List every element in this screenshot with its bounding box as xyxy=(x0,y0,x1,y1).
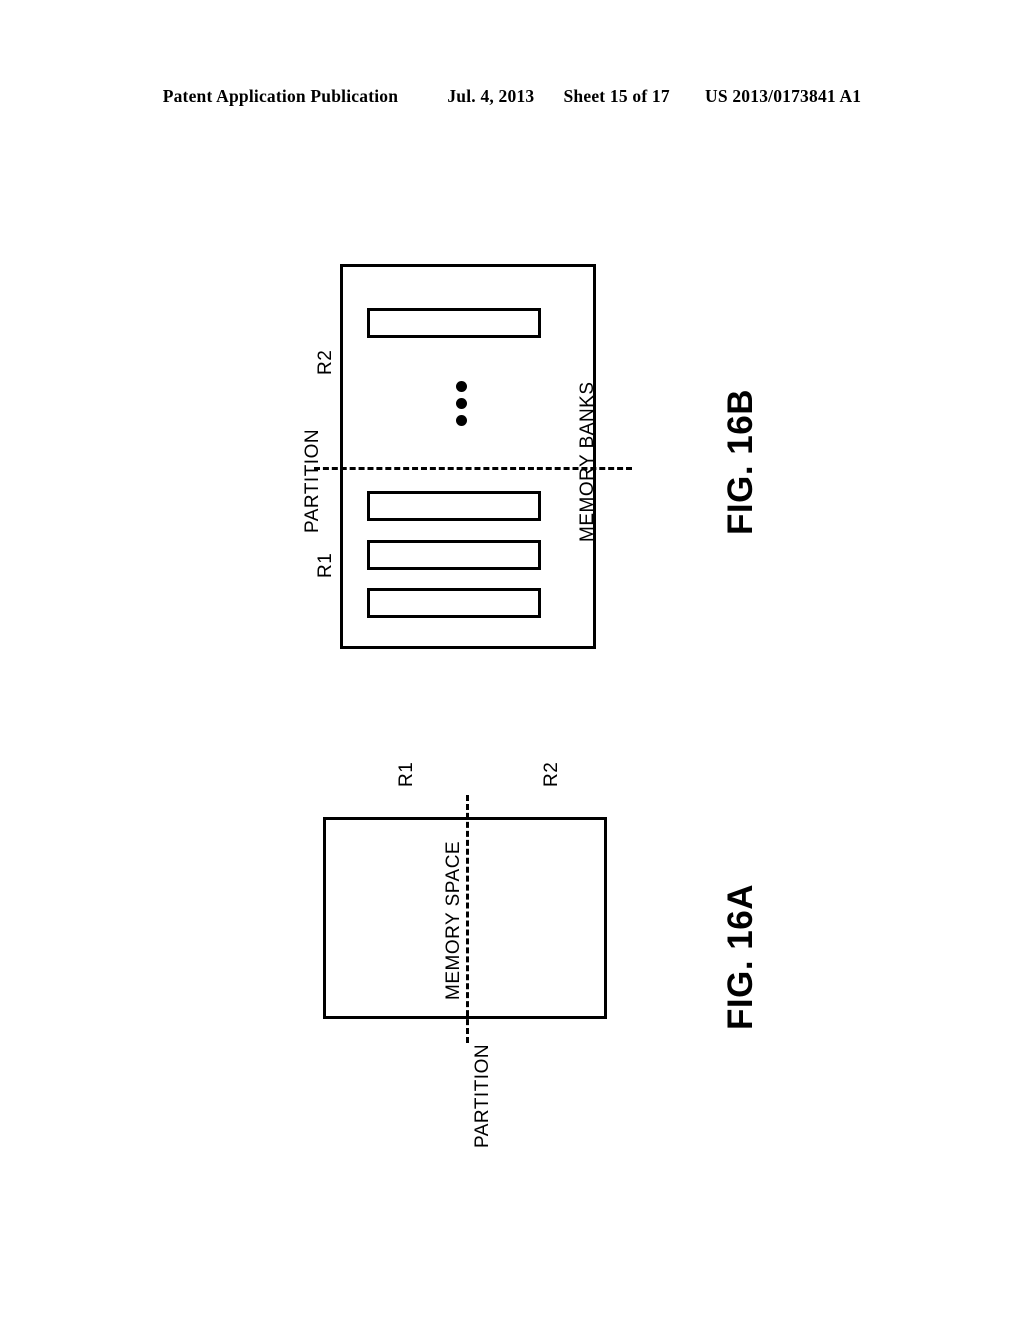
figure-caption-16a: FIG. 16A xyxy=(721,884,760,1030)
memory-bank-rect xyxy=(367,540,541,570)
header-date-text: Jul. 4, 2013 xyxy=(447,86,535,106)
region-label-r2: R2 xyxy=(541,761,562,787)
ellipsis-dot xyxy=(456,398,467,409)
region-label-r1: R1 xyxy=(315,552,336,578)
partition-label: PARTITION xyxy=(302,428,323,533)
header-publication-number: US 2013/0173841 A1 xyxy=(705,86,862,106)
memory-space-container xyxy=(323,817,607,1019)
page-header: Patent Application Publication Jul. 4, 2… xyxy=(0,86,1024,107)
memory-bank-rect xyxy=(367,308,541,338)
memory-bank-rect xyxy=(367,491,541,521)
figure-caption-16b: FIG. 16B xyxy=(721,389,760,535)
region-label-r2: R2 xyxy=(315,349,336,375)
header-publication-text: Patent Application Publication xyxy=(162,86,399,106)
memory-space-label: MEMORY SPACE xyxy=(443,840,464,1000)
partition-label: PARTITION xyxy=(472,1043,493,1148)
header-sheet-text: Sheet 15 of 17 xyxy=(563,86,670,106)
ellipsis-dot xyxy=(456,415,467,426)
partition-dashed-line xyxy=(466,795,469,1043)
memory-banks-label: MEMORY BANKS xyxy=(577,381,598,542)
ellipsis-dot xyxy=(456,381,467,392)
memory-bank-rect xyxy=(367,588,541,618)
region-label-r1: R1 xyxy=(396,761,417,787)
patent-drawing-page: Patent Application Publication Jul. 4, 2… xyxy=(0,0,1024,1320)
vertical-ellipsis-icon xyxy=(456,381,470,427)
